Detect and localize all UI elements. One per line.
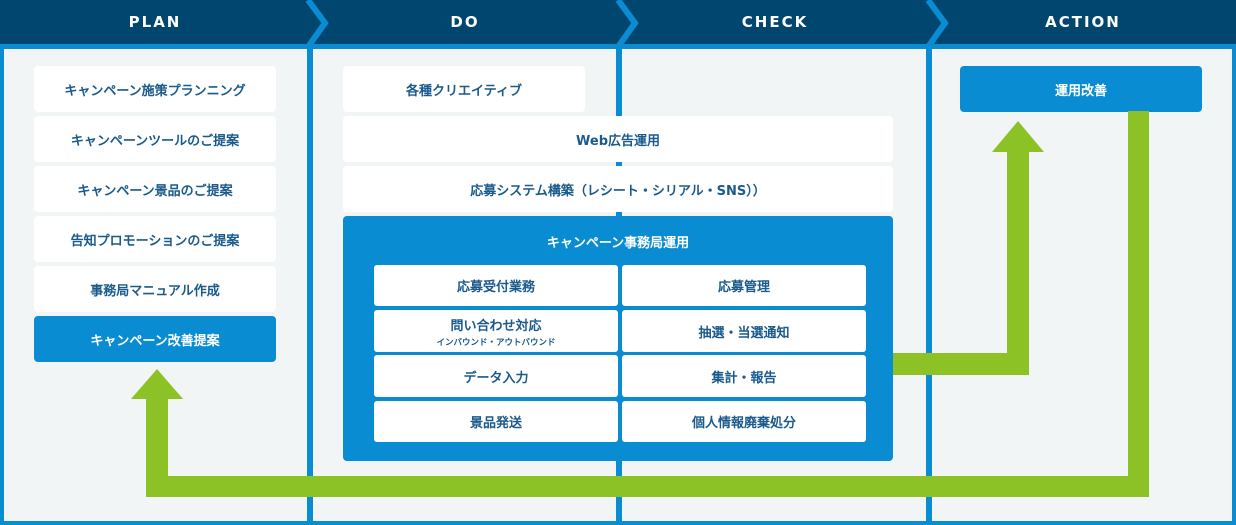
arrow-up-icon <box>992 121 1044 152</box>
plan-improvement-proposal: キャンペーン改善提案 <box>34 316 276 362</box>
loop-shaft-action-down <box>1128 111 1149 497</box>
office-task-label: 個人情報廃棄処分 <box>691 416 796 431</box>
column-divider-plan-do <box>307 44 313 525</box>
office-task-cell: 個人情報廃棄処分 <box>622 401 866 442</box>
office-task-label: 問い合わせ対応 <box>450 318 542 334</box>
office-task-label: 抽選・当選通知 <box>698 325 790 341</box>
arrow-shaft-vertical <box>1007 151 1029 375</box>
chevron-right-icon <box>305 0 329 49</box>
do-entry-system: 応募システム構築（レシート・シリアル・SNS）） <box>343 166 893 212</box>
loop-shaft-plan-up <box>146 399 168 497</box>
phase-label-plan: PLAN <box>128 13 182 31</box>
do-web-ads: Web広告運用 <box>343 116 893 162</box>
office-task-label: 応募管理 <box>717 280 770 295</box>
chevron-right-icon <box>925 0 949 49</box>
office-task-label: データ入力 <box>463 370 529 386</box>
column-divider-check-action <box>926 44 932 525</box>
office-task-cell: 景品発送 <box>374 401 618 442</box>
campaign-office-panel: キャンペーン事務局運用 応募受付業務 応募管理 問い合わせ対応 インバウンド・ア… <box>343 216 893 461</box>
office-task-cell: 問い合わせ対応 インバウンド・アウトバウンド <box>374 310 618 352</box>
office-task-cell: 応募受付業務 <box>374 265 618 306</box>
arrow-up-icon <box>131 369 183 399</box>
office-task-cell: 応募管理 <box>622 265 866 306</box>
action-operation-improvement: 運用改善 <box>960 66 1202 112</box>
phase-label-action: ACTION <box>1045 13 1121 31</box>
plan-item: キャンペーンツールのご提案 <box>34 116 276 162</box>
loop-shaft-bottom <box>146 476 1149 497</box>
phase-label-do: DO <box>450 13 480 31</box>
office-task-cell: 抽選・当選通知 <box>622 310 866 352</box>
do-creative: 各種クリエイティブ <box>343 66 585 112</box>
plan-item: 事務局マニュアル作成 <box>34 266 276 312</box>
office-task-cell: 集計・報告 <box>622 355 866 397</box>
office-task-label: 集計・報告 <box>711 370 777 386</box>
plan-item: キャンペーン景品のご提案 <box>34 166 276 212</box>
chevron-right-icon <box>615 0 639 49</box>
frame-border-left <box>0 44 4 525</box>
frame-border-right <box>1232 44 1236 525</box>
office-task-cell: データ入力 <box>374 355 618 397</box>
plan-item: キャンペーン施策プランニング <box>34 66 276 112</box>
plan-item: 告知プロモーションのご提案 <box>34 216 276 262</box>
campaign-office-title: キャンペーン事務局運用 <box>546 236 690 251</box>
phase-label-check: CHECK <box>741 13 809 31</box>
office-task-label: 景品発送 <box>469 416 522 431</box>
office-task-label: 応募受付業務 <box>456 280 535 295</box>
office-task-sublabel: インバウンド・アウトバウンド <box>436 337 556 348</box>
